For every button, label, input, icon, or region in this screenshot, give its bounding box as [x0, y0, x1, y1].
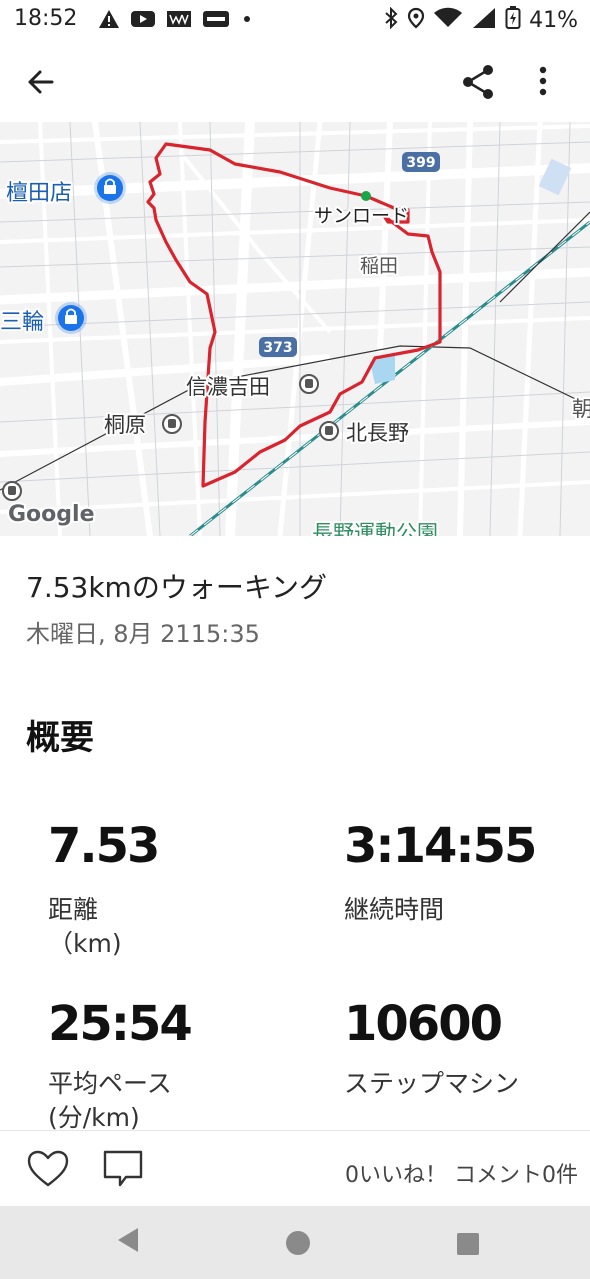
more-vert-icon[interactable] [528, 62, 558, 102]
signal-icon [471, 7, 497, 33]
pace-label: 平均ペース [48, 1069, 172, 1098]
map-label-store2: 三輪 [0, 310, 44, 335]
station-icon-1 [299, 374, 319, 394]
pace-value: 25:54 [48, 996, 193, 1052]
activity-title: 7.53kmのウォーキング [26, 571, 327, 604]
map-label-store1: 檀田店 [6, 181, 72, 206]
view-icon [202, 9, 230, 33]
battery-percent: 41% [529, 7, 578, 33]
status-time: 18:52 [14, 6, 78, 31]
road-399-label: 399 [406, 155, 435, 171]
bluetooth-icon [383, 6, 399, 33]
duration-value: 3:14:55 [344, 818, 537, 874]
dot-icon [240, 9, 254, 33]
map-label-area1: 稲田 [360, 255, 398, 277]
location-icon [407, 7, 425, 33]
map-label-start: サンロード [314, 205, 409, 227]
distance-value: 7.53 [48, 818, 160, 874]
summary-heading: 概要 [26, 718, 94, 758]
youtube-icon [130, 9, 156, 33]
map-streets [0, 122, 590, 536]
social-bar: 0いいね！ コメント0件 [0, 1130, 590, 1207]
comment-icon[interactable] [102, 1149, 146, 1189]
station-icon-4 [2, 481, 22, 501]
activity-datetime: 木曜日, 8月 2115:35 [26, 620, 260, 648]
road-373-label: 373 [263, 340, 292, 356]
distance-label: 距離 [48, 895, 99, 924]
steps-label: ステップマシン [344, 1069, 520, 1098]
system-nav-bar [0, 1206, 590, 1279]
map-label-station2: 桐原 [104, 413, 146, 437]
shop-pin-1[interactable] [94, 172, 126, 204]
status-bar: 18:52 41% [0, 0, 590, 40]
back-arrow-icon[interactable] [24, 62, 64, 102]
heart-icon[interactable] [26, 1149, 70, 1189]
wifi-icon [433, 7, 463, 33]
map-label-station1: 信濃吉田 [186, 375, 270, 399]
www-icon [166, 9, 192, 33]
duration-label: 継続時間 [344, 895, 445, 924]
station-icon-3 [319, 421, 339, 441]
distance-unit: （km) [48, 929, 122, 958]
warning-icon [98, 9, 120, 33]
nav-home-icon[interactable] [285, 1230, 311, 1260]
station-icon-2 [162, 414, 182, 434]
shop-pin-2[interactable] [55, 302, 87, 334]
share-icon[interactable] [460, 62, 500, 102]
route-start-marker [361, 191, 371, 201]
google-attribution: Google [8, 502, 95, 527]
like-comment-counts[interactable]: 0いいね！ コメント0件 [345, 1157, 578, 1189]
route-map[interactable]: 399 373 檀田店 三輪 サンロード 稲田 信濃吉田 桐原 北長野 長野運動… [0, 122, 590, 536]
pace-unit: (分/km) [48, 1103, 140, 1132]
map-label-station3: 北長野 [346, 421, 409, 445]
nav-back-icon[interactable] [116, 1226, 142, 1258]
nav-recents-icon[interactable] [456, 1232, 480, 1260]
map-label-edge: 朝 [572, 397, 590, 421]
app-bar [0, 40, 590, 122]
steps-value: 10600 [344, 996, 503, 1052]
map-label-park: 長野運動公園 [312, 521, 438, 536]
battery-icon [505, 6, 521, 34]
